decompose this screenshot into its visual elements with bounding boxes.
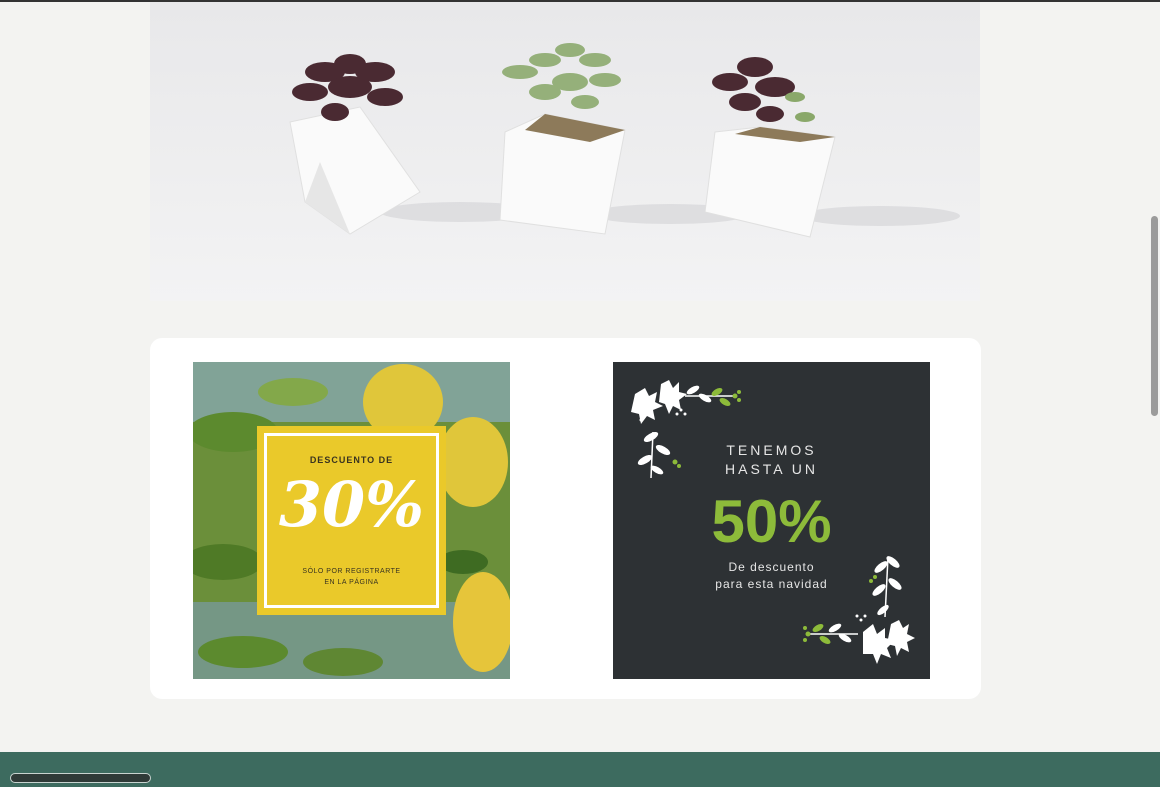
discount-30-value: 30% <box>278 468 425 541</box>
vertical-scrollbar-thumb[interactable] <box>1151 216 1158 416</box>
discount-30-subtext: SÓLO POR REGISTRARTE EN LA PÁGINA <box>193 566 510 588</box>
promo-lemon-30-banner[interactable]: DESCUENTO DE 30% SÓLO POR REGISTRARTE EN… <box>193 362 510 679</box>
discount-30-heading: DESCUENTO DE <box>309 455 394 465</box>
christmas-line-descuento: De descuento <box>728 560 815 574</box>
horizontal-scrollbar[interactable] <box>10 773 151 783</box>
christmas-line-navidad: para esta navidad <box>715 577 828 591</box>
christmas-line-tenemos: TENEMOS <box>726 442 817 458</box>
christmas-line-hasta-un: HASTA UN <box>725 461 818 477</box>
hero-image-succulents <box>150 2 980 301</box>
discount-30-subtext-line1: SÓLO POR REGISTRARTE <box>302 568 401 575</box>
discount-30-subtext-line2: EN LA PÁGINA <box>324 579 379 586</box>
promotions-card: DESCUENTO DE 30% SÓLO POR REGISTRARTE EN… <box>150 338 981 699</box>
footer <box>0 752 1160 787</box>
promo-christmas-50-banner[interactable]: TENEMOS HASTA UN 50% De descuento para e… <box>613 362 930 679</box>
christmas-discount-value: 50% <box>711 488 832 555</box>
